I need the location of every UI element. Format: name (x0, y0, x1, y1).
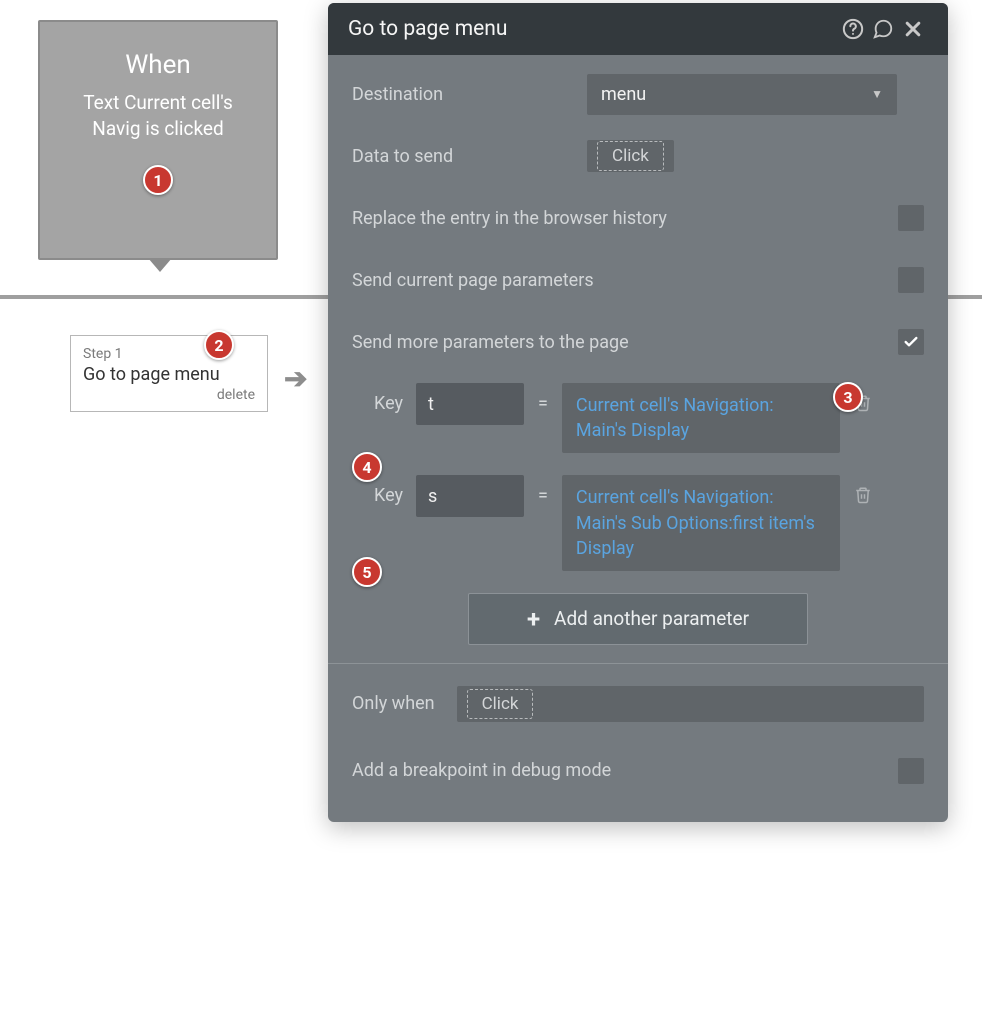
trash-icon[interactable] (854, 475, 872, 505)
add-parameter-button[interactable]: + Add another parameter (468, 593, 808, 645)
send-more-params-label: Send more parameters to the page (352, 332, 898, 353)
next-step-arrow: ➔ (284, 362, 307, 395)
event-title: When (60, 50, 256, 80)
add-parameter-label: Add another parameter (554, 607, 749, 630)
send-more-params-checkbox[interactable] (898, 329, 924, 355)
send-current-params-checkbox[interactable] (898, 267, 924, 293)
comment-icon[interactable] (868, 18, 898, 40)
send-more-params-row: Send more parameters to the page (352, 321, 924, 363)
property-panel: Go to page menu Destination menu ▼ Data … (328, 3, 948, 822)
breakpoint-row: Add a breakpoint in debug mode (352, 750, 924, 792)
param-key-label-1: Key (374, 383, 402, 414)
chevron-down-icon: ▼ (871, 87, 883, 101)
step-title: Go to page menu (83, 364, 255, 385)
replace-history-label: Replace the entry in the browser history (352, 208, 898, 229)
param-key-value-2: s (428, 486, 437, 507)
close-icon[interactable] (898, 19, 928, 39)
send-current-params-row: Send current page parameters (352, 259, 924, 301)
panel-divider (328, 663, 948, 664)
click-placeholder: Click (467, 689, 534, 719)
data-to-send-label: Data to send (352, 146, 587, 167)
destination-select[interactable]: menu ▼ (587, 74, 897, 115)
destination-label: Destination (352, 84, 587, 105)
panel-title: Go to page menu (348, 17, 838, 41)
only-when-label: Only when (352, 693, 435, 714)
click-placeholder: Click (597, 141, 664, 171)
annotation-badge-1: 1 (143, 165, 173, 195)
data-to-send-field[interactable]: Click (587, 140, 674, 172)
param-row-2: Key s = Current cell's Navigation: Main'… (374, 475, 924, 571)
annotation-badge-5: 5 (352, 557, 382, 587)
annotation-badge-2: 2 (204, 330, 234, 360)
param-key-value-1: t (428, 394, 434, 415)
replace-history-row: Replace the entry in the browser history (352, 197, 924, 239)
destination-value: menu (601, 84, 871, 105)
param-value-2[interactable]: Current cell's Navigation: Main's Sub Op… (562, 475, 840, 571)
event-description: Text Current cell's Navig is clicked (60, 90, 256, 141)
param-key-input-1[interactable]: t (416, 383, 524, 425)
param-key-label-2: Key (374, 475, 402, 506)
data-to-send-row: Data to send Click (352, 135, 924, 177)
step-delete-link[interactable]: delete (83, 387, 255, 403)
only-when-row: Only when Click (352, 686, 924, 722)
event-pointer (148, 258, 172, 272)
annotation-badge-4: 4 (352, 452, 382, 482)
breakpoint-checkbox[interactable] (898, 758, 924, 784)
param-value-text-2: Current cell's Navigation: Main's Sub Op… (576, 487, 815, 558)
help-icon[interactable] (838, 18, 868, 40)
event-block[interactable]: When Text Current cell's Navig is clicke… (38, 20, 278, 260)
panel-body: Destination menu ▼ Data to send Click Re… (328, 55, 948, 822)
param-value-1[interactable]: Current cell's Navigation: Main's Displa… (562, 383, 840, 453)
breakpoint-label: Add a breakpoint in debug mode (352, 760, 898, 781)
plus-icon: + (527, 605, 540, 633)
panel-header[interactable]: Go to page menu (328, 3, 948, 55)
step-card[interactable]: Step 1 Go to page menu delete (70, 335, 268, 412)
equals-sign: = (538, 383, 548, 414)
replace-history-checkbox[interactable] (898, 205, 924, 231)
destination-row: Destination menu ▼ (352, 73, 924, 115)
param-key-input-2[interactable]: s (416, 475, 524, 517)
equals-sign: = (538, 475, 548, 506)
param-value-text-1: Current cell's Navigation: Main's Displa… (576, 395, 774, 441)
only-when-field[interactable]: Click (457, 686, 924, 722)
send-current-params-label: Send current page parameters (352, 270, 898, 291)
annotation-badge-3: 3 (833, 382, 863, 412)
